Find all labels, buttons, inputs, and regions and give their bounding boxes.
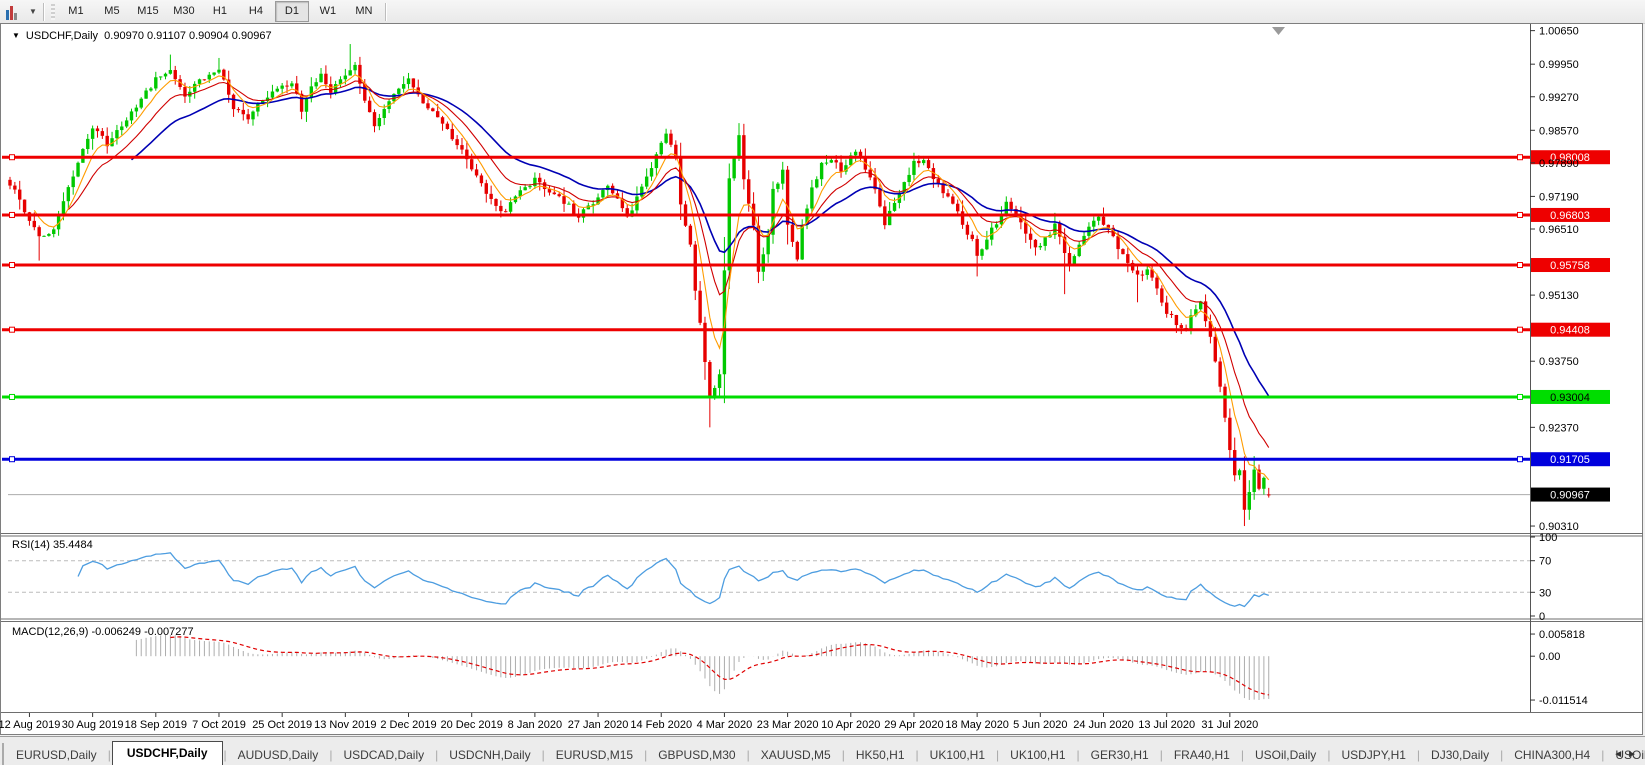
svg-text:10 Apr 2020: 10 Apr 2020 — [821, 719, 880, 731]
chart-tab-fra40-h1[interactable]: FRA40,H1 — [1164, 745, 1240, 765]
svg-text:12 Aug 2019: 12 Aug 2019 — [0, 719, 60, 731]
line-drag-handle[interactable] — [10, 212, 15, 217]
macd-values: -0.006249 -0.007277 — [91, 626, 193, 638]
svg-text:0.90967: 0.90967 — [1550, 490, 1590, 502]
svg-text:13 Nov 2019: 13 Nov 2019 — [314, 719, 376, 731]
chart-tab-uk100-h1[interactable]: UK100,H1 — [1000, 745, 1075, 765]
svg-text:-0.011514: -0.011514 — [1539, 695, 1588, 707]
chart-tab-hk50-h1[interactable]: HK50,H1 — [846, 745, 915, 765]
macd-name: MACD(12,26,9) — [12, 626, 88, 638]
line-drag-handle[interactable] — [1518, 457, 1523, 462]
line-drag-handle[interactable] — [1518, 327, 1523, 332]
svg-text:0.98570: 0.98570 — [1539, 125, 1579, 137]
svg-text:100: 100 — [1539, 532, 1557, 544]
svg-text:0.005818: 0.005818 — [1539, 629, 1585, 641]
svg-text:0.95758: 0.95758 — [1550, 260, 1590, 272]
svg-text:0.93004: 0.93004 — [1550, 392, 1590, 404]
svg-text:13 Jul 2020: 13 Jul 2020 — [1138, 719, 1195, 731]
collapse-indicator-icon[interactable]: ▼ — [12, 31, 20, 40]
svg-text:0.92370: 0.92370 — [1539, 422, 1579, 434]
svg-text:7 Oct 2019: 7 Oct 2019 — [192, 719, 246, 731]
svg-text:0: 0 — [1539, 611, 1545, 623]
svg-text:31 Jul 2020: 31 Jul 2020 — [1201, 719, 1258, 731]
svg-text:24 Jun 2020: 24 Jun 2020 — [1073, 719, 1134, 731]
svg-text:1.00650: 1.00650 — [1539, 26, 1579, 38]
line-drag-handle[interactable] — [1518, 263, 1523, 268]
chart-tab-usdcnh-daily[interactable]: USDCNH,Daily — [439, 745, 540, 765]
chart-title: ▼ USDCHF,Daily 0.90970 0.91107 0.90904 0.… — [12, 30, 272, 42]
svg-text:4 Mar 2020: 4 Mar 2020 — [697, 719, 753, 731]
svg-text:29 Apr 2020: 29 Apr 2020 — [884, 719, 943, 731]
rsi-panel: 100 70 30 0 — [8, 532, 1557, 623]
chart-tab-uk100-h1[interactable]: UK100,H1 — [920, 745, 995, 765]
svg-text:0.91705: 0.91705 — [1550, 454, 1590, 466]
main-chart-plot-area[interactable] — [2, 24, 1530, 533]
svg-text:18 May 2020: 18 May 2020 — [945, 719, 1009, 731]
svg-text:30: 30 — [1539, 587, 1551, 599]
chart-tab-gbpusd-m30[interactable]: GBPUSD,M30 — [648, 745, 745, 765]
chart-tab-bar: EURUSD,Daily|USDCHF,Daily|AUDUSD,Daily|U… — [0, 736, 1645, 765]
tab-scroll-arrows: ◄► — [1613, 749, 1641, 760]
current-price-badge: 0.90967 — [1531, 488, 1610, 502]
svg-text:0.95130: 0.95130 — [1539, 290, 1579, 302]
chart-tab-eurusd-daily[interactable]: EURUSD,Daily — [6, 745, 107, 765]
svg-text:18 Sep 2019: 18 Sep 2019 — [125, 719, 187, 731]
line-drag-handle[interactable] — [10, 155, 15, 160]
line-drag-handle[interactable] — [10, 327, 15, 332]
line-drag-handle[interactable] — [10, 263, 15, 268]
svg-text:5 Jun 2020: 5 Jun 2020 — [1013, 719, 1067, 731]
svg-text:20 Dec 2019: 20 Dec 2019 — [441, 719, 503, 731]
svg-text:0.97890: 0.97890 — [1539, 158, 1579, 170]
mt4-window: ▼ M1M5M15M30H1H4D1W1MN 0.980080.968030.9… — [0, 0, 1645, 765]
macd-panel: 0.005818 0.00 -0.011514 — [136, 629, 1587, 707]
svg-text:0.96803: 0.96803 — [1550, 210, 1590, 222]
line-drag-handle[interactable] — [10, 394, 15, 399]
svg-text:0.96510: 0.96510 — [1539, 224, 1579, 236]
rsi-indicator-label: RSI(14) 35.4484 — [12, 539, 93, 551]
svg-text:8 Jan 2020: 8 Jan 2020 — [508, 719, 562, 731]
svg-text:0.99950: 0.99950 — [1539, 59, 1579, 71]
chart-ohlc-values: 0.90970 0.91107 0.90904 0.90967 — [104, 30, 271, 42]
chart-tab-usdjpy-h1[interactable]: USDJPY,H1 — [1331, 745, 1415, 765]
svg-text:25 Oct 2019: 25 Oct 2019 — [252, 719, 312, 731]
line-drag-handle[interactable] — [1518, 155, 1523, 160]
svg-text:14 Feb 2020: 14 Feb 2020 — [630, 719, 692, 731]
rsi-value: 35.4484 — [53, 539, 93, 551]
svg-text:70: 70 — [1539, 556, 1551, 568]
chart-tab-usdchf-daily[interactable]: USDCHF,Daily — [112, 741, 223, 765]
chart-tab-eurusd-m15[interactable]: EURUSD,M15 — [546, 745, 643, 765]
line-drag-handle[interactable] — [10, 457, 15, 462]
svg-text:30 Aug 2019: 30 Aug 2019 — [62, 719, 124, 731]
line-drag-handle[interactable] — [1518, 394, 1523, 399]
svg-text:27 Jan 2020: 27 Jan 2020 — [568, 719, 629, 731]
chart-tab-dj30-daily[interactable]: DJ30,Daily — [1421, 745, 1499, 765]
svg-text:0.97190: 0.97190 — [1539, 191, 1579, 203]
svg-text:0.94408: 0.94408 — [1550, 325, 1590, 337]
chart-symbol-label: USDCHF,Daily — [26, 30, 98, 42]
chart-tab-usoil-daily[interactable]: USOil,Daily — [1245, 745, 1326, 765]
svg-text:23 Mar 2020: 23 Mar 2020 — [757, 719, 819, 731]
svg-text:0.00: 0.00 — [1539, 651, 1560, 663]
rsi-name: RSI(14) — [12, 539, 50, 551]
svg-text:0.93750: 0.93750 — [1539, 356, 1579, 368]
chart-canvas[interactable]: 0.980080.968030.957580.944080.930040.917… — [0, 0, 1645, 765]
svg-text:2 Dec 2019: 2 Dec 2019 — [380, 719, 436, 731]
chart-tab-xauusd-m5[interactable]: XAUUSD,M5 — [751, 745, 841, 765]
svg-text:0.99270: 0.99270 — [1539, 92, 1579, 104]
tabs-scroll-right-button[interactable]: ► — [1627, 749, 1641, 760]
tab-bar-corner-button[interactable] — [2, 743, 4, 765]
macd-indicator-label: MACD(12,26,9) -0.006249 -0.007277 — [12, 626, 194, 638]
line-drag-handle[interactable] — [1518, 212, 1523, 217]
chart-tab-ger30-h1[interactable]: GER30,H1 — [1081, 745, 1159, 765]
chart-tab-china300-h4[interactable]: CHINA300,H4 — [1504, 745, 1600, 765]
chart-tab-usdcad-daily[interactable]: USDCAD,Daily — [333, 745, 434, 765]
tabs-scroll-left-button[interactable]: ◄ — [1613, 749, 1627, 760]
chart-tab-audusd-daily[interactable]: AUDUSD,Daily — [228, 745, 329, 765]
